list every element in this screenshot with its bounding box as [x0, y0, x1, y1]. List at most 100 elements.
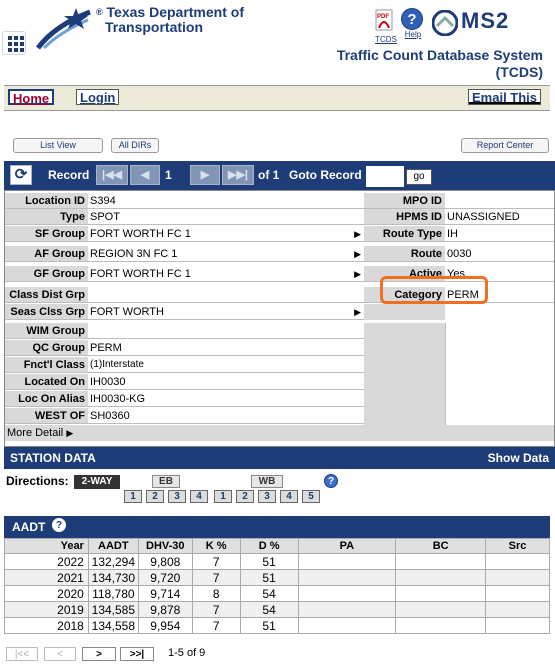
tcds-pdf-link[interactable]: PDF TCDS	[373, 8, 399, 44]
af-group-select[interactable]: REGION 3N FC 1 ▶	[88, 246, 364, 262]
column-divider	[445, 323, 446, 425]
cell-dhv30: 9,714	[137, 585, 193, 602]
cell-d-pct: 51	[239, 569, 299, 586]
class-dist-grp-value	[88, 287, 364, 303]
eb-lane-2-button[interactable]: 2	[146, 490, 164, 503]
eb-lane-3-button[interactable]: 3	[168, 490, 186, 503]
nav-bar: Home Login Email This	[4, 85, 550, 111]
sf-group-select[interactable]: FORT WORTH FC 1 ▶	[88, 226, 364, 242]
cell-bc	[395, 601, 487, 618]
last-page-button[interactable]: >>|	[120, 647, 154, 661]
directions-label: Directions:	[6, 474, 69, 488]
cell-bc	[395, 585, 487, 602]
system-title-line-2: (TCDS)	[495, 64, 543, 80]
cell-dhv30: 9,954	[137, 617, 193, 634]
pager-range: 1-5 of 9	[168, 647, 206, 659]
record-navigator: ⟳ Record |◀◀ ◀ 1 ▶ ▶▶| of 1 Goto Record …	[4, 161, 555, 190]
gf-group-value: FORT WORTH FC 1	[90, 268, 191, 280]
pdf-icon: PDF	[375, 9, 393, 31]
cell-d-pct: 54	[239, 601, 299, 618]
location-fields: Location ID S394 Type SPOT SF Group FORT…	[4, 190, 555, 447]
wb-lane-3-button[interactable]: 3	[258, 490, 276, 503]
list-view-button[interactable]: List View	[13, 138, 103, 153]
eb-lane-4-button[interactable]: 4	[190, 490, 208, 503]
hpms-id-label: HPMS ID	[364, 209, 445, 225]
more-detail-label: More Detail	[7, 427, 64, 439]
cell-year: 2020	[4, 585, 89, 602]
col-src: Src	[485, 538, 550, 554]
cell-src	[485, 617, 550, 634]
table-row: 2018 134,558 9,954 7 51	[4, 617, 550, 634]
ms2-logo-icon	[432, 10, 458, 36]
mpo-id-value	[445, 193, 554, 209]
route-label: Route	[364, 246, 445, 262]
first-icon[interactable]: |◀◀	[96, 165, 128, 185]
home-button[interactable]: Home	[8, 89, 55, 106]
org-name: ® Texas Department of Transportation	[96, 5, 244, 35]
prev-page-button[interactable]: <	[44, 647, 76, 661]
loc-on-alias-value: IH0030-KG	[88, 391, 364, 407]
wb-lane-4-button[interactable]: 4	[280, 490, 298, 503]
next-page-button[interactable]: >	[82, 647, 116, 661]
next-icon[interactable]: ▶	[190, 165, 220, 185]
triangle-right-icon: ▶	[354, 269, 361, 279]
loc-on-alias-label: Loc On Alias	[5, 391, 88, 407]
type-label: Type	[5, 209, 88, 225]
cell-src	[485, 569, 550, 586]
org-line-1: Texas Department of	[106, 4, 244, 20]
all-dirs-button[interactable]: All DIRs	[111, 138, 159, 153]
email-this-button[interactable]: Email This	[468, 89, 542, 105]
report-center-button[interactable]: Report Center	[461, 138, 549, 153]
col-pa: PA	[297, 538, 397, 554]
triangle-right-icon: ▶	[66, 428, 74, 438]
wb-lane-5-button[interactable]: 5	[302, 490, 320, 503]
af-group-label: AF Group	[5, 246, 88, 262]
system-title-line-1: Traffic Count Database System	[336, 47, 543, 63]
cell-aadt: 132,294	[87, 553, 139, 570]
cell-pa	[297, 569, 397, 586]
cell-pa	[297, 553, 397, 570]
cell-pa	[297, 617, 397, 634]
seas-clss-grp-label: Seas Clss Grp	[5, 304, 88, 320]
cell-year: 2018	[4, 617, 89, 634]
wb-lane-2-button[interactable]: 2	[236, 490, 254, 503]
cell-aadt: 134,558	[87, 617, 139, 634]
tcds-label[interactable]: TCDS	[373, 35, 399, 44]
record-label: Record	[48, 168, 90, 182]
table-row: 2019 134,585 9,878 7 54	[4, 601, 550, 618]
menu-grid-icon[interactable]	[2, 31, 26, 55]
sf-group-label: SF Group	[5, 226, 88, 242]
wb-lane-1-button[interactable]: 1	[214, 490, 232, 503]
empty-label-cell	[364, 323, 445, 425]
aadt-header: AADT ?	[4, 516, 550, 538]
eb-button[interactable]: EB	[152, 475, 180, 488]
mpo-id-label: MPO ID	[364, 193, 445, 209]
col-aadt: AADT	[87, 538, 139, 554]
login-button[interactable]: Login	[76, 89, 120, 105]
two-way-button[interactable]: 2-WAY	[74, 475, 120, 489]
cell-src	[485, 553, 550, 570]
show-data-link[interactable]: Show Data	[488, 447, 549, 469]
cell-k-pct: 7	[191, 569, 241, 586]
cell-year: 2021	[4, 569, 89, 586]
go-button[interactable]: go	[406, 169, 432, 185]
located-on-label: Located On	[5, 374, 88, 390]
directions-help-icon[interactable]: ?	[324, 474, 338, 488]
seas-clss-grp-select[interactable]: FORT WORTH ▶	[88, 304, 364, 320]
eb-lane-1-button[interactable]: 1	[124, 490, 142, 503]
refresh-icon[interactable]: ⟳	[10, 165, 32, 185]
help-link[interactable]: ? Help	[401, 8, 425, 39]
record-current: 1	[165, 168, 172, 182]
first-page-button[interactable]: |<<	[6, 647, 38, 661]
help-label[interactable]: Help	[401, 30, 425, 39]
aadt-help-icon[interactable]: ?	[52, 518, 66, 532]
last-icon[interactable]: ▶▶|	[222, 165, 254, 185]
goto-record-input[interactable]	[366, 166, 404, 187]
class-dist-grp-label: Class Dist Grp	[5, 287, 88, 303]
wb-button[interactable]: WB	[251, 475, 283, 488]
more-detail-toggle[interactable]: More Detail ▶	[5, 425, 554, 441]
located-on-value: IH0030	[88, 374, 364, 390]
prev-icon[interactable]: ◀	[130, 165, 160, 185]
aadt-title: AADT	[12, 520, 46, 534]
gf-group-select[interactable]: FORT WORTH FC 1 ▶	[88, 266, 364, 282]
